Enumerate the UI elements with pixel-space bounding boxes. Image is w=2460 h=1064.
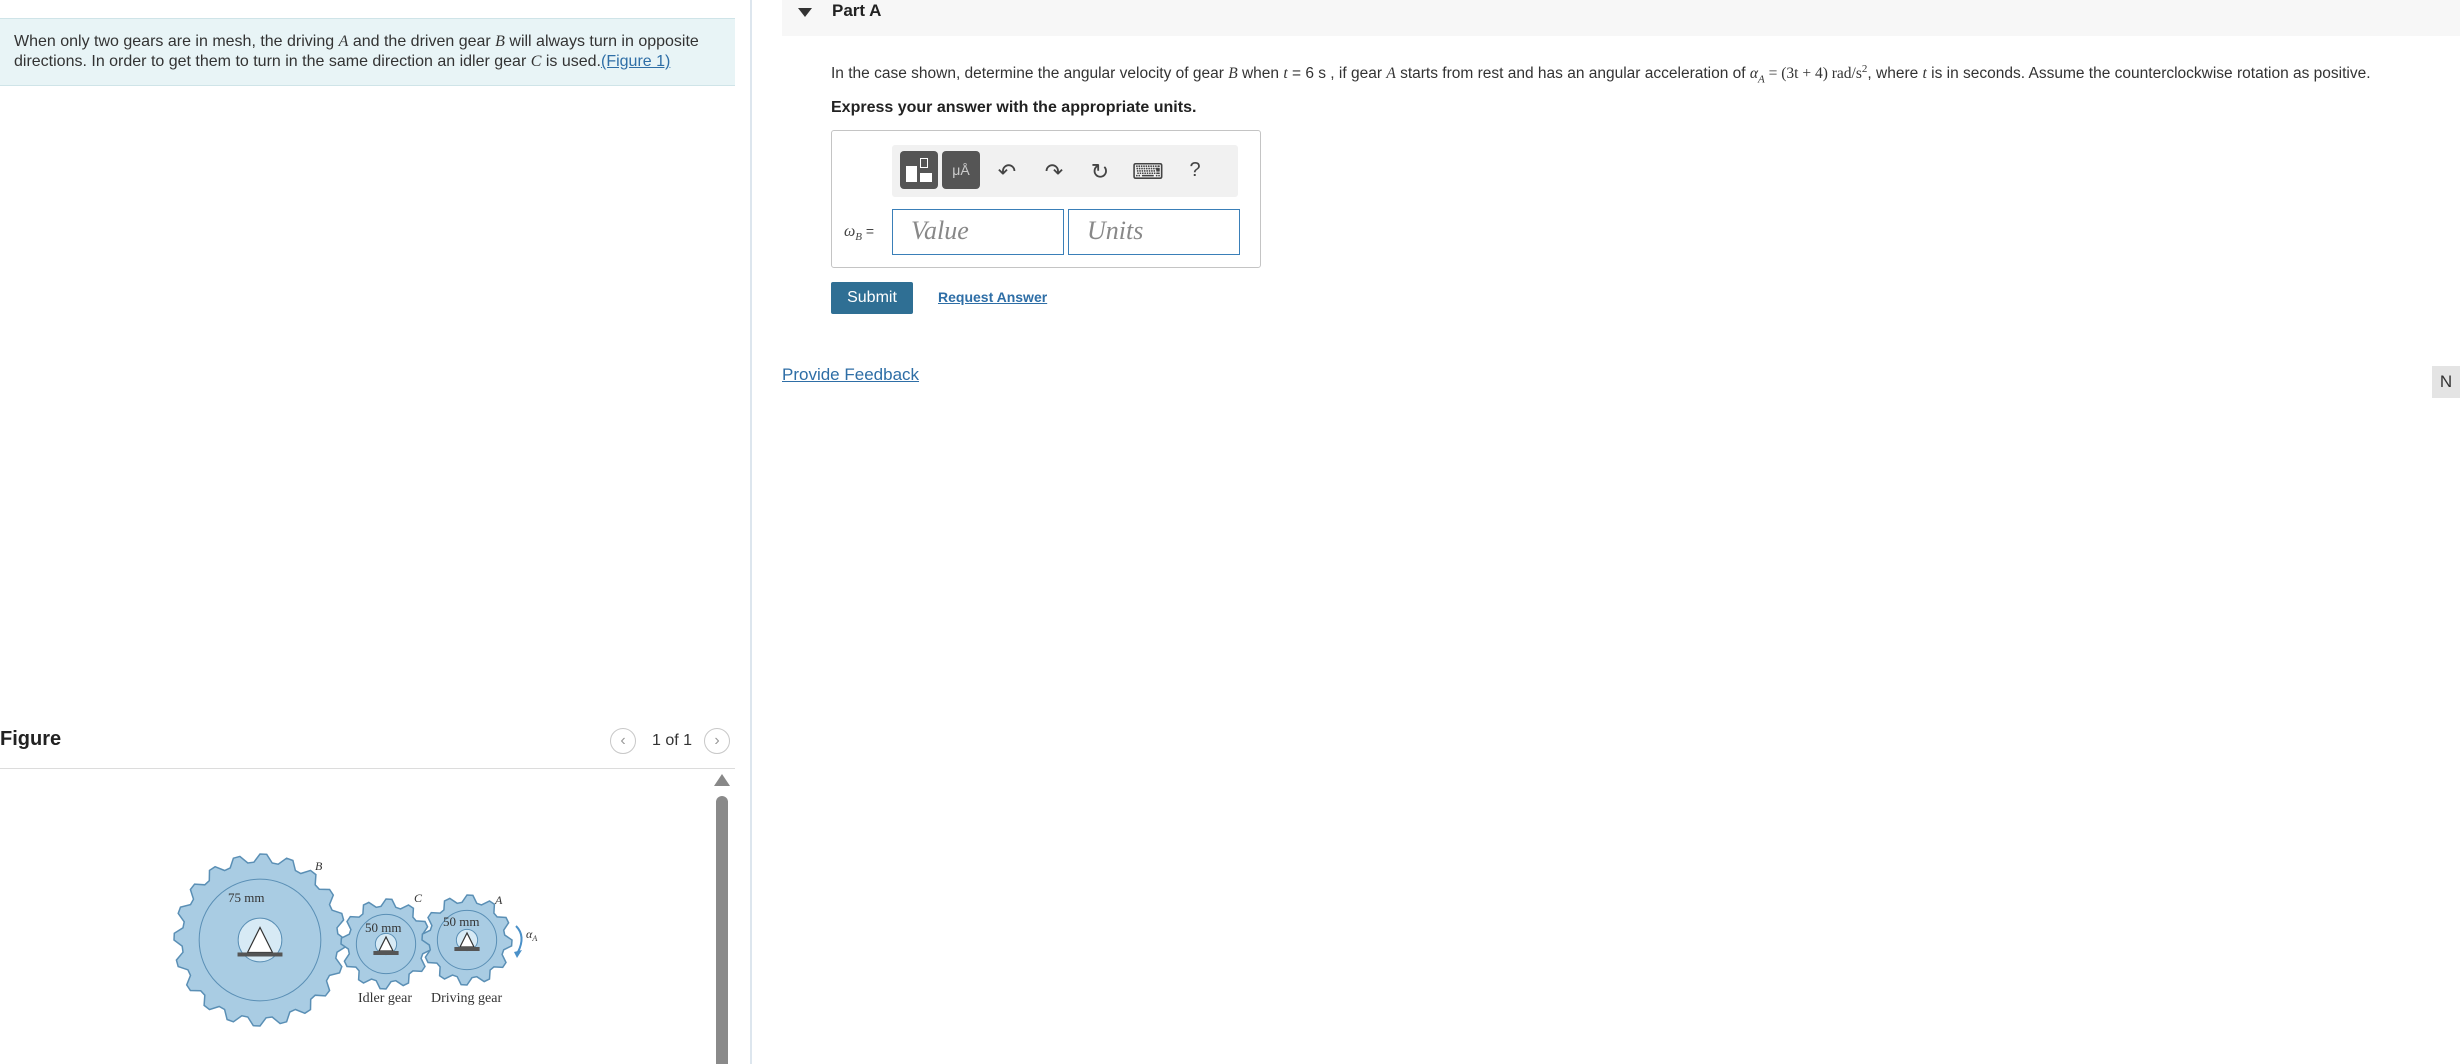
figure-prev-button[interactable]: ‹ xyxy=(610,728,636,754)
problem-text: and the driven gear xyxy=(348,33,496,50)
gear-a-radius-label: 50 mm xyxy=(443,914,479,929)
gear-a xyxy=(421,894,513,986)
request-answer-link[interactable]: Request Answer xyxy=(938,289,1047,305)
var-b: B xyxy=(495,33,505,50)
chevron-left-icon: ‹ xyxy=(620,732,626,749)
scroll-up-arrow[interactable] xyxy=(714,774,730,786)
driving-gear-caption: Driving gear xyxy=(431,991,502,1006)
reset-icon[interactable]: ↻ xyxy=(1085,159,1115,185)
value-input[interactable]: Value xyxy=(892,209,1064,255)
q-alpha-sub: A xyxy=(1758,73,1765,86)
q-var-b: B xyxy=(1228,65,1238,83)
problem-text: is used. xyxy=(541,53,601,70)
question-fragment: when xyxy=(1237,65,1284,83)
problem-text: When only two gears are in mesh, the dri… xyxy=(14,33,339,50)
gear-b-radius-label: 75 mm xyxy=(228,890,264,905)
mu-a-units-icon[interactable]: μÅ xyxy=(942,151,980,189)
gear-c-radius-label: 50 mm xyxy=(365,920,401,935)
omega-symbol: ω xyxy=(844,223,856,240)
figure-link[interactable]: (Figure 1) xyxy=(601,53,670,70)
var-c: C xyxy=(530,53,542,70)
units-input[interactable]: Units xyxy=(1068,209,1240,255)
scrollbar-thumb[interactable] xyxy=(716,796,728,1064)
caret-down-icon[interactable] xyxy=(798,8,812,17)
next-tab-button[interactable]: N xyxy=(2432,366,2460,398)
question-fragment: = 6 s , if gear xyxy=(1287,65,1387,83)
question-fragment: , where xyxy=(1867,65,1923,83)
undo-icon[interactable]: ↶ xyxy=(992,159,1022,185)
gear-figure: 75 mm 50 mm 50 mm B C A Idler gear Drivi… xyxy=(173,853,537,1027)
part-title: Part A xyxy=(832,1,882,20)
redo-icon[interactable]: ↷ xyxy=(1039,159,1069,185)
chevron-right-icon: › xyxy=(714,732,720,749)
provide-feedback-link[interactable]: Provide Feedback xyxy=(782,365,919,385)
alpha-arrow xyxy=(515,925,523,953)
problem-statement: When only two gears are in mesh, the dri… xyxy=(0,18,735,86)
gear-b-label: B xyxy=(315,859,323,873)
alpha-label: αA xyxy=(526,927,537,943)
question-text: In the case shown, determine the angular… xyxy=(831,63,2371,85)
q-formula: = (3t + 4) rad/s xyxy=(1764,65,1862,83)
math-toolbar: μÅ ↶ ↷ ↻ ⌨ ? xyxy=(892,145,1238,197)
question-fragment: In the case shown, determine the angular… xyxy=(831,65,1229,83)
submit-button[interactable]: Submit xyxy=(831,282,913,314)
figure-header: Figure ‹ 1 of 1 › xyxy=(0,728,735,769)
left-panel: When only two gears are in mesh, the dri… xyxy=(0,0,752,1064)
help-icon[interactable]: ? xyxy=(1180,159,1210,182)
equals-sign: = xyxy=(862,223,875,239)
gear-a-label: A xyxy=(494,893,503,907)
alpha-arrowhead xyxy=(514,950,522,958)
keyboard-icon[interactable]: ⌨ xyxy=(1132,159,1164,185)
figure-title: Figure xyxy=(0,728,62,750)
gear-c xyxy=(340,898,432,990)
templates-icon[interactable] xyxy=(900,151,938,189)
figure-counter: 1 of 1 xyxy=(652,732,693,749)
omega-b-label: ωB = xyxy=(844,223,874,243)
answer-box: μÅ ↶ ↷ ↻ ⌨ ? ωB = Value Units xyxy=(831,130,1261,268)
question-fragment: is in seconds. Assume the counterclockwi… xyxy=(1926,65,2371,83)
part-a-header[interactable]: Part A xyxy=(782,0,2460,36)
idler-gear-caption: Idler gear xyxy=(358,991,412,1006)
figure-next-button[interactable]: › xyxy=(704,728,730,754)
gear-c-label: C xyxy=(414,891,423,905)
var-a: A xyxy=(338,33,349,50)
instructions: Express your answer with the appropriate… xyxy=(831,99,1197,116)
gear-b xyxy=(173,853,347,1027)
question-fragment: starts from rest and has an angular acce… xyxy=(1395,65,1750,83)
q-alpha: α xyxy=(1749,65,1759,83)
q-var-a: A xyxy=(1386,65,1396,83)
